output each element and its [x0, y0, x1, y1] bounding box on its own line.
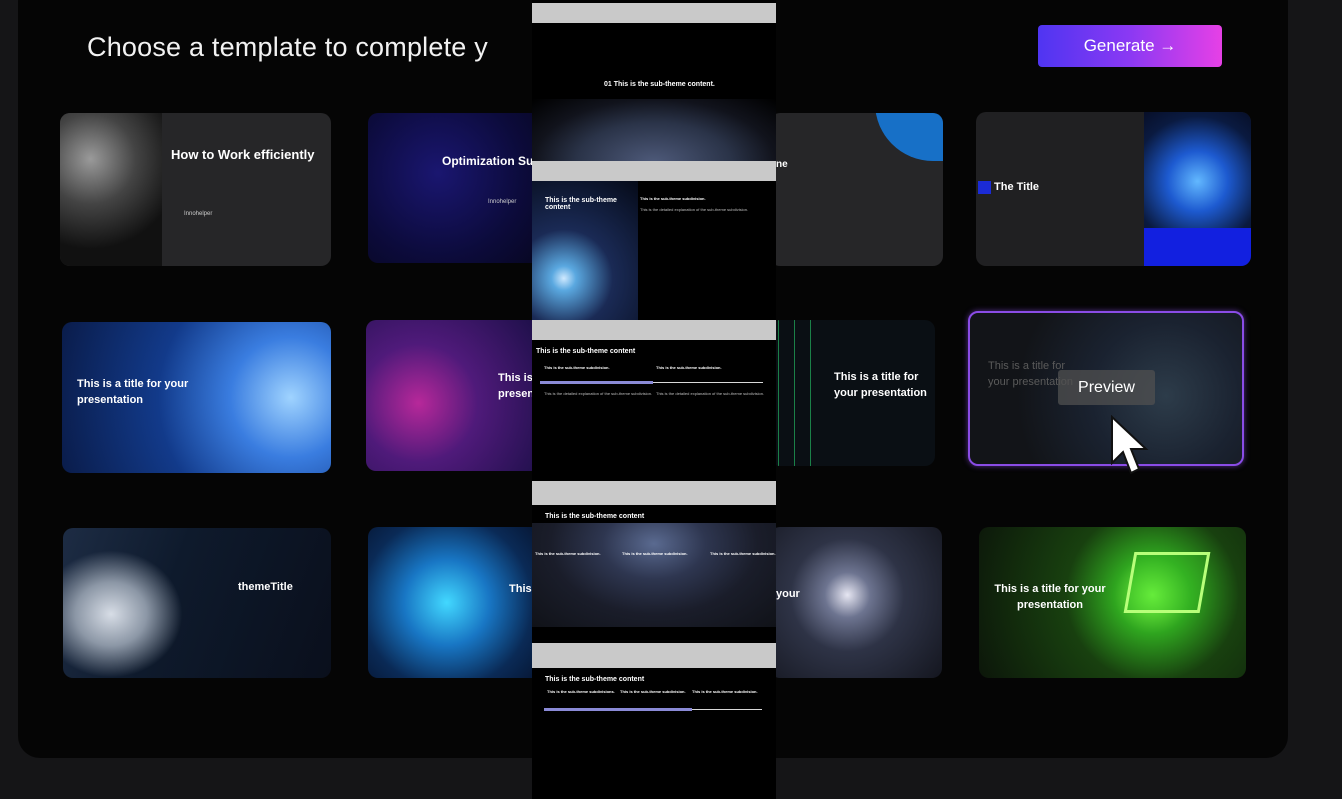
card-title: Optimization Su — [442, 154, 534, 168]
smoke-image — [60, 113, 162, 266]
generate-button[interactable]: Generate → — [1038, 25, 1222, 67]
chip-image — [1123, 552, 1211, 613]
slide-divider — [532, 3, 776, 23]
blue-square-marker — [978, 181, 991, 194]
robot-image — [63, 550, 183, 678]
slide-col: This is the sub-theme subdivision. — [535, 551, 601, 556]
mouse-pointer-icon — [1111, 415, 1149, 475]
slide-col: This is the sub-theme subdivision. — [622, 551, 688, 556]
card-title: your — [776, 588, 800, 600]
card-title: This is a title for your presentation — [994, 583, 1106, 611]
blue-drink-image — [1144, 112, 1251, 266]
blue-arc-shape — [875, 113, 943, 161]
template-card-work-efficiently[interactable]: How to Work efficiently Innohelper — [60, 113, 331, 266]
slide-divider — [532, 161, 776, 181]
slide-col: This is the sub-theme subdivision. — [544, 365, 610, 370]
slide-divider — [532, 320, 776, 340]
circuit-pattern — [770, 320, 825, 466]
earth-image — [532, 99, 776, 163]
page-title: Choose a template to complete y — [87, 32, 488, 62]
slide-divider — [532, 643, 776, 668]
template-card-globe[interactable]: This is a title for your presentation — [62, 322, 331, 473]
template-card-selected[interactable]: This is a title for your presentation Pr… — [968, 311, 1244, 466]
slide-title: This is the sub-theme content — [545, 197, 617, 211]
slide-preview-strip[interactable]: 01 This is the sub-theme content. This i… — [532, 0, 776, 799]
preview-slide-4: This is the sub-theme content This is th… — [532, 505, 776, 643]
slide-col: This is the sub-theme subdivision. — [710, 551, 776, 556]
card-subtitle: Innohelper — [488, 199, 517, 205]
slide-title: This is the sub-theme content — [536, 348, 636, 355]
slide-title: This is the sub-theme content — [545, 513, 645, 520]
slide-col: This is the sub-theme subdivision. — [692, 689, 758, 694]
template-card-vr-pink[interactable]: This is presen — [366, 320, 541, 471]
slide-col: This is the sub-theme subdivisions. — [547, 689, 615, 694]
card-title: This is a title for your presentation — [834, 371, 927, 399]
slide-text: This is the detailed explanation of the … — [640, 207, 749, 212]
template-card-circuit[interactable]: This is a title for your presentation — [770, 320, 935, 466]
card-title: This is a title for your presentation — [77, 378, 189, 406]
card-title: This — [509, 583, 532, 595]
preview-slide-1: 01 This is the sub-theme content. — [532, 23, 776, 163]
slide-text: This is the detailed explanation of the … — [656, 391, 765, 396]
slide-title: This is the sub-theme content — [545, 676, 645, 683]
template-card-vr-blue[interactable]: This — [368, 527, 543, 678]
card-title: ne — [776, 159, 788, 170]
preview-slide-2: This is the sub-theme content This is th… — [532, 181, 776, 320]
slide-col: This is the sub-theme subdivision. — [656, 365, 722, 370]
preview-slide-5: This is the sub-theme content This is th… — [532, 668, 776, 799]
slide-col: This is the sub-theme subdivision. — [620, 689, 686, 694]
template-card-blue-arc[interactable]: ne — [770, 113, 943, 266]
progress-bar — [544, 708, 692, 711]
slide-divider — [532, 481, 776, 505]
template-card-optimization[interactable]: Optimization Su Innohelper — [368, 113, 543, 263]
card-title: The Title — [994, 181, 1040, 193]
progress-track — [692, 709, 762, 710]
card-subtitle: Innohelper — [184, 211, 213, 217]
preview-slide-3: This is the sub-theme content This is th… — [532, 340, 776, 480]
card-title: themeTitle — [238, 581, 293, 593]
progress-track — [653, 382, 763, 383]
template-card-robot[interactable]: themeTitle — [63, 528, 331, 678]
card-title: How to Work efficiently — [171, 147, 315, 162]
template-card-planet[interactable]: your — [770, 527, 942, 678]
progress-bar — [540, 381, 653, 384]
slide-subtitle: This is the sub-theme subdivision. — [640, 196, 706, 201]
template-card-green-chip[interactable]: This is a title for your presentation — [979, 527, 1246, 678]
slide-text: This is the detailed explanation of the … — [544, 391, 653, 396]
slide-title: 01 This is the sub-theme content. — [604, 81, 715, 88]
earth-image — [532, 523, 776, 627]
template-card-the-title[interactable]: The Title — [976, 112, 1251, 266]
preview-button[interactable]: Preview — [1058, 370, 1155, 405]
